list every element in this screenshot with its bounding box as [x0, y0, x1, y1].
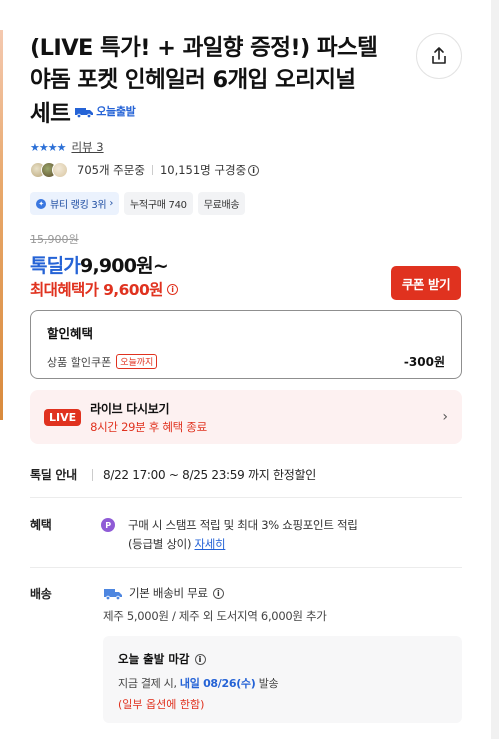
live-replay-banner[interactable]: LIVE 라이브 다시보기 8시간 29분 후 혜택 종료 ›	[30, 390, 462, 444]
original-price: 15,900원	[30, 233, 79, 246]
avatar	[52, 162, 68, 178]
deadline-date: 내일 08/26(수)	[179, 677, 256, 690]
orders-count: 705개 주문중	[77, 163, 145, 177]
beauty-ranking-chip[interactable]: ✦ 뷰티 랭킹 3위 ›	[30, 192, 120, 215]
today-shipping-label: 오늘출발	[96, 105, 136, 118]
shipping-deadline-box: 오늘 출발 마감 i 지금 결제 시, 내일 08/26(수) 발송 (일부 옵…	[103, 636, 462, 723]
deadline-title-row: 오늘 출발 마감 i	[118, 651, 447, 667]
deadline-prefix: 지금 결제 시,	[118, 677, 177, 690]
product-title: (LIVE 특가! + 과일향 증정!) 파스텔 야돔 포켓 인헤일러 6개입 …	[30, 32, 380, 130]
ranking-label: 뷰티 랭킹 3위	[50, 200, 107, 211]
sale-price-row: 톡딜가9,900원~	[30, 251, 169, 278]
shipping-basic: 기본 배송비 무료	[129, 586, 208, 600]
benefit-note: (등급별 상이)	[128, 537, 192, 551]
info-icon[interactable]: i	[194, 653, 206, 665]
today-shipping-badge: 오늘출발	[74, 96, 136, 128]
social-proof-row: 705개 주문중 10,151명 구경중 i	[30, 162, 260, 178]
live-badge: LIVE	[44, 408, 82, 426]
product-image-edge	[0, 30, 3, 420]
deal-info: 8/22 17:00 ~ 8/25 23:59 까지 한정할인	[92, 466, 316, 483]
divider	[92, 468, 93, 481]
viewers-count: 10,151명 구경중	[159, 163, 247, 177]
share-icon	[432, 47, 446, 64]
deadline-title: 오늘 출발 마감	[118, 652, 190, 666]
divider	[151, 165, 153, 175]
point-icon: P	[101, 518, 115, 532]
truck-icon	[104, 588, 122, 600]
rating-row: ★★★★ 리뷰 3	[30, 139, 104, 155]
divider	[30, 567, 462, 568]
discount-title: 할인혜택	[47, 326, 94, 341]
truck-icon	[75, 108, 94, 118]
benefit-label: 혜택	[30, 518, 52, 532]
today-only-tag: 오늘까지	[116, 354, 158, 369]
ranking-icon: ✦	[36, 198, 46, 209]
benefit-detail-link[interactable]: 자세히	[195, 537, 226, 551]
deadline-note: (일부 옵션에 한함)	[118, 698, 205, 711]
divider	[30, 497, 462, 498]
shipping-label: 배송	[30, 587, 52, 601]
sale-label: 톡딜가	[30, 255, 81, 277]
star-rating-icon: ★★★★	[30, 140, 66, 154]
info-icon[interactable]: i	[212, 587, 224, 599]
info-icon[interactable]: i	[166, 283, 178, 295]
max-benefit-row: 최대혜택가 9,600원 i	[30, 278, 178, 300]
chip-row: ✦ 뷰티 랭킹 3위 › 누적구매 740 무료배송	[30, 192, 250, 215]
cumulative-purchase-chip: 누적구매 740	[124, 192, 193, 215]
info-icon[interactable]: i	[248, 164, 260, 176]
sale-price: 9,900원~	[80, 255, 169, 277]
free-shipping-chip: 무료배송	[197, 192, 246, 215]
deadline-line: 지금 결제 시, 내일 08/26(수) 발송	[118, 675, 447, 691]
chevron-right-icon: ›	[442, 409, 448, 425]
max-benefit-price: 9,600원	[103, 281, 163, 299]
coupon-button[interactable]: 쿠폰 받기	[391, 266, 461, 300]
shipping-basic-row: 기본 배송비 무료 i	[103, 585, 224, 601]
shipping-extra: 제주 5,000원 / 제주 외 도서지역 6,000원 추가	[103, 609, 327, 623]
deal-period: 8/22 17:00 ~ 8/25 23:59 까지 한정할인	[103, 468, 316, 482]
live-countdown: 8시간 29분 후 혜택 종료	[90, 419, 207, 434]
discount-box: 할인혜택 상품 할인쿠폰 오늘까지 -300원	[30, 310, 462, 379]
chevron-right-icon: ›	[109, 198, 114, 209]
max-benefit-label: 최대혜택가	[30, 281, 99, 299]
deal-label: 톡딜 안내	[30, 468, 77, 482]
share-button[interactable]	[416, 33, 462, 79]
discount-row: 상품 할인쿠폰 오늘까지 -300원	[47, 353, 445, 370]
benefit-line: 구매 시 스탬프 적립 및 최대 3% 쇼핑포인트 적립	[128, 518, 358, 532]
discount-amount: -300원	[403, 355, 445, 369]
scrollbar-track[interactable]	[491, 0, 499, 739]
buyer-avatars	[30, 162, 68, 178]
discount-item: 상품 할인쿠폰	[47, 355, 112, 369]
benefit-content: P 구매 시 스탬프 적립 및 최대 3% 쇼핑포인트 적립 (등급별 상이) …	[101, 516, 358, 554]
review-link[interactable]: 리뷰 3	[71, 139, 103, 155]
live-title: 라이브 다시보기	[90, 401, 170, 416]
deadline-suffix: 발송	[258, 677, 279, 690]
